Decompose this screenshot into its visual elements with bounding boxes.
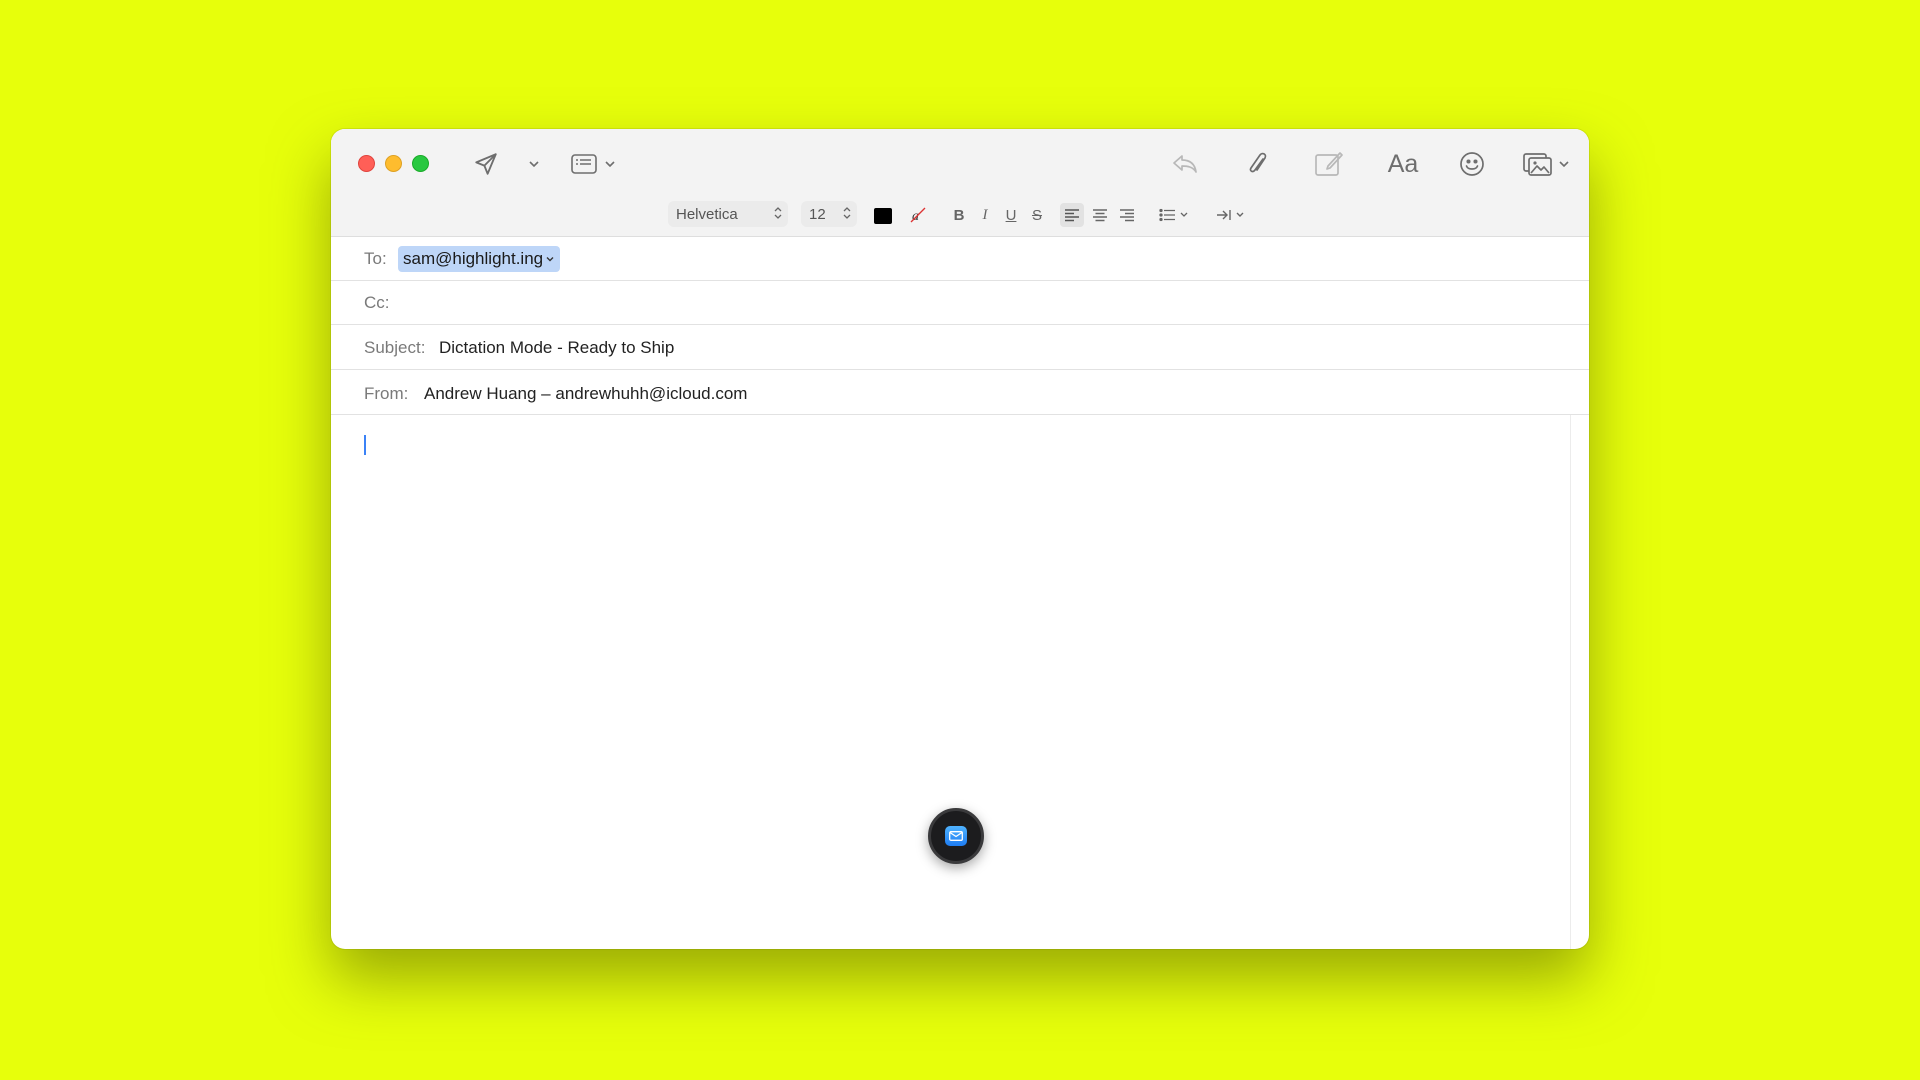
header-fields-chevron-icon[interactable] <box>602 156 618 172</box>
text-caret <box>364 435 366 455</box>
text-color-swatch[interactable] <box>874 208 892 224</box>
updown-arrows-icon <box>774 206 782 220</box>
cc-row[interactable]: Cc: <box>331 281 1589 325</box>
reply-icon[interactable] <box>1170 149 1200 179</box>
toolbar: Aa Helvetica 12 a B I U S <box>331 129 1589 237</box>
close-window-button[interactable] <box>358 155 375 172</box>
from-row[interactable]: From: Andrew Huang – andrewhuhh@icloud.c… <box>331 370 1589 415</box>
recipient-token[interactable]: sam@highlight.ing <box>398 246 561 272</box>
from-account-select[interactable]: Andrew Huang – andrewhuhh@icloud.com <box>424 384 747 404</box>
align-left-icon[interactable] <box>1060 203 1084 227</box>
from-label: From: <box>364 384 409 403</box>
subject-input[interactable]: Dictation Mode - Ready to Ship <box>439 338 674 358</box>
to-label: To: <box>364 249 387 268</box>
indent-icon[interactable] <box>1214 203 1250 227</box>
subject-row[interactable]: Subject: Dictation Mode - Ready to Ship <box>331 325 1589 370</box>
paperclip-icon[interactable] <box>1243 148 1273 180</box>
header-fields-icon[interactable] <box>569 150 599 178</box>
updown-arrows-icon <box>843 206 851 220</box>
format-aa-icon[interactable]: Aa <box>1383 147 1423 181</box>
align-center-icon[interactable] <box>1088 203 1112 227</box>
highlight-color-icon[interactable]: a <box>907 204 929 226</box>
strikethrough-button[interactable]: S <box>1027 204 1047 226</box>
bold-button[interactable]: B <box>949 204 969 226</box>
smiley-icon[interactable] <box>1456 148 1488 180</box>
send-options-chevron-icon[interactable] <box>526 156 542 172</box>
message-body-editor[interactable] <box>331 415 1589 949</box>
recipient-address: sam@highlight.ing <box>403 249 544 268</box>
mail-compose-window: Aa Helvetica 12 a B I U S To: sam@highli… <box>331 129 1589 949</box>
subject-label: Subject: <box>364 338 426 357</box>
markup-icon[interactable] <box>1313 148 1345 180</box>
font-size-select[interactable]: 12 <box>801 201 857 227</box>
align-right-icon[interactable] <box>1115 203 1139 227</box>
photo-browser-icon[interactable] <box>1521 148 1555 180</box>
scrollbar-track <box>1570 415 1571 949</box>
chevron-down-icon <box>546 257 554 262</box>
to-row: To: sam@highlight.ing <box>331 237 1589 281</box>
cc-label: Cc: <box>364 293 390 312</box>
send-icon[interactable] <box>471 149 501 179</box>
mail-icon <box>945 826 967 846</box>
underline-button[interactable]: U <box>1001 204 1021 226</box>
dictation-floating-button[interactable] <box>928 808 984 864</box>
font-size-value: 12 <box>809 205 826 223</box>
minimize-window-button[interactable] <box>385 155 402 172</box>
font-family-value: Helvetica <box>676 205 738 223</box>
zoom-window-button[interactable] <box>412 155 429 172</box>
italic-button[interactable]: I <box>975 204 995 226</box>
svg-text:a: a <box>912 209 919 224</box>
font-family-select[interactable]: Helvetica <box>668 201 788 227</box>
photo-browser-chevron-icon[interactable] <box>1556 156 1572 172</box>
list-style-icon[interactable] <box>1157 203 1193 227</box>
